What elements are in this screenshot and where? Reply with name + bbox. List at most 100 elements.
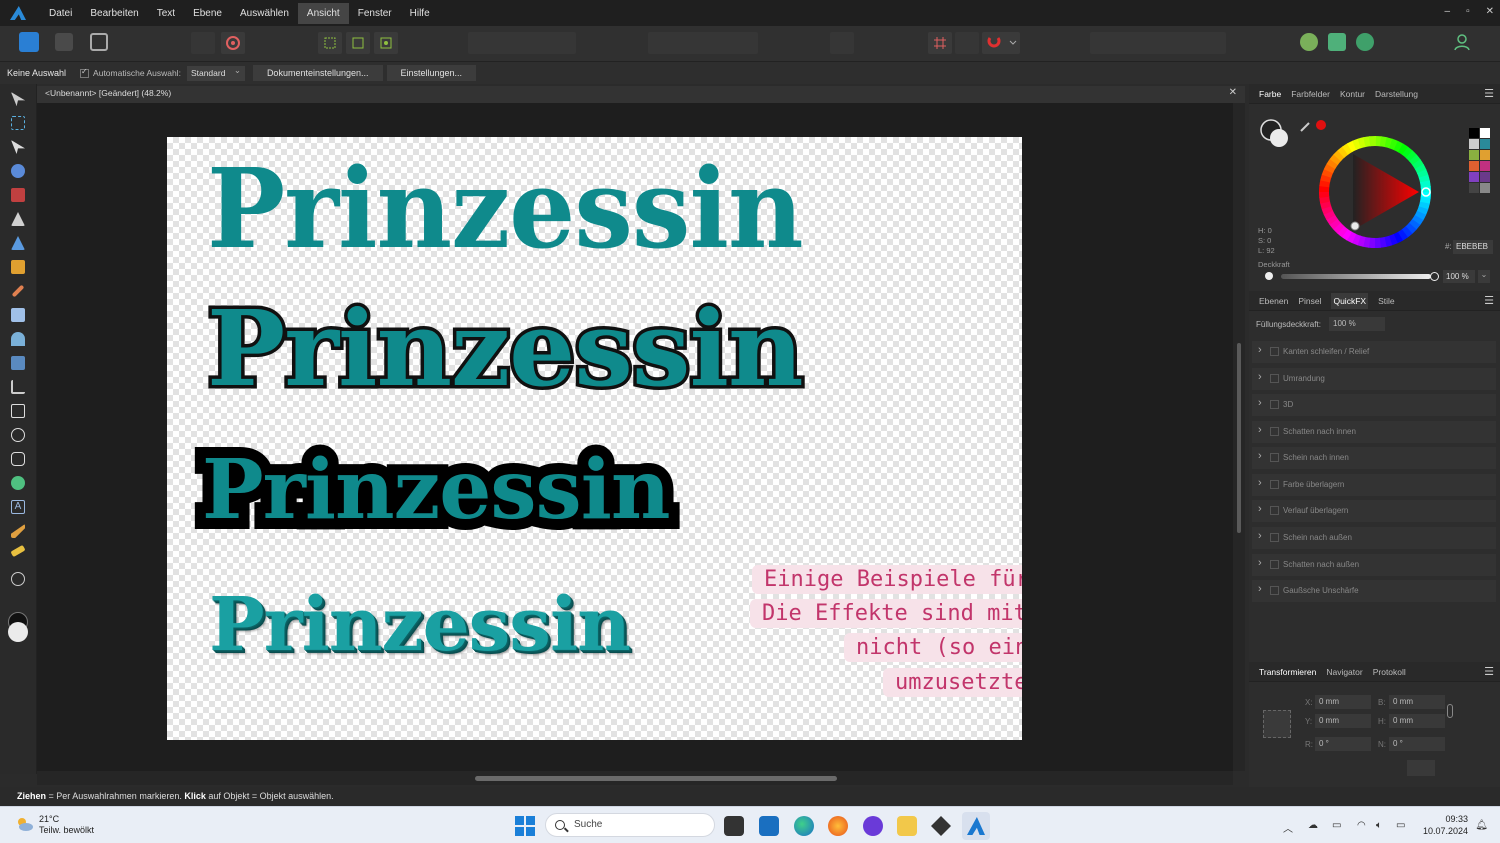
color-picker-tool-icon[interactable]	[11, 524, 25, 538]
tab-darstellung[interactable]: Darstellung	[1375, 89, 1418, 99]
fx-outer-glow[interactable]: Schein nach außen	[1252, 527, 1496, 549]
recent-color-swatch[interactable]	[1469, 150, 1479, 160]
eraser-tool-icon[interactable]	[11, 308, 25, 322]
battery-icon[interactable]: ▭	[1396, 820, 1405, 831]
tab-pinsel[interactable]: Pinsel	[1298, 296, 1321, 306]
auto-select-checkbox[interactable]	[80, 67, 90, 78]
note-line-4[interactable]: umzusetzten	[883, 668, 1022, 697]
transform-options-button[interactable]	[1407, 760, 1435, 776]
vector-brush-tool-icon[interactable]	[11, 260, 25, 274]
panel-menu-icon[interactable]: ☰	[1484, 87, 1494, 100]
pen-tool-icon[interactable]	[11, 212, 25, 226]
transform-button[interactable]	[346, 32, 370, 54]
snap-target-button[interactable]	[374, 32, 398, 54]
recent-color-swatch[interactable]	[1480, 172, 1490, 182]
fill-color-swatch[interactable]	[8, 622, 28, 642]
onedrive-icon[interactable]: ☁	[1308, 820, 1318, 831]
menu-text[interactable]: Text	[148, 3, 184, 24]
file-explorer-icon[interactable]	[897, 816, 917, 836]
measure-tool-icon[interactable]	[10, 544, 26, 558]
network-adapter-icon[interactable]: ▭	[1332, 820, 1341, 831]
color-wheel[interactable]	[1315, 132, 1435, 252]
menu-fenster[interactable]: Fenster	[349, 3, 401, 24]
x-input[interactable]: 0 mm	[1315, 695, 1371, 709]
tab-stile[interactable]: Stile	[1378, 296, 1395, 306]
move-tool-icon[interactable]	[11, 92, 25, 106]
recent-color-swatch[interactable]	[1469, 172, 1479, 182]
note-line-1[interactable]: Einige Beispiele für Grafiktext	[752, 565, 1022, 594]
graphic-text-thick-outline[interactable]: Prinzessin	[191, 431, 681, 549]
pencil-tool-icon[interactable]	[11, 236, 25, 250]
shape-tool-icon[interactable]	[11, 476, 25, 490]
fill-tool-icon[interactable]	[11, 332, 25, 346]
note-line-3[interactable]: nicht (so einfach)	[844, 633, 1022, 662]
tab-ebenen[interactable]: Ebenen	[1259, 296, 1288, 306]
recent-color-swatch[interactable]	[1469, 161, 1479, 171]
auto-select-dropdown[interactable]: Standard	[186, 65, 245, 81]
fx-outer-shadow[interactable]: Schatten nach außen	[1252, 554, 1496, 576]
recent-color-swatch[interactable]	[1469, 183, 1479, 193]
rounded-rectangle-tool-icon[interactable]	[11, 452, 25, 466]
export-persona-icon[interactable]	[90, 33, 108, 51]
recent-color-swatch[interactable]	[1480, 139, 1490, 149]
corner-tool-icon[interactable]	[11, 188, 25, 202]
note-line-2[interactable]: Die Effekte sind mit Rahmentext	[750, 599, 1022, 628]
maximize-button[interactable]: ▫	[1466, 6, 1470, 17]
close-window-button[interactable]: ✕	[1486, 6, 1494, 17]
fx-outline[interactable]: Umrandung	[1252, 368, 1496, 390]
store-icon[interactable]	[759, 816, 779, 836]
fill-opacity-input[interactable]: 100 %	[1329, 317, 1385, 331]
point-transform-tool-icon[interactable]	[11, 164, 25, 178]
tray-expand-icon[interactable]: ︿	[1283, 820, 1293, 835]
horizontal-scrollbar[interactable]	[37, 771, 1233, 785]
menu-ebene[interactable]: Ebene	[184, 3, 231, 24]
fx-color-overlay[interactable]: Farbe überlagern	[1252, 474, 1496, 496]
tab-protokoll[interactable]: Protokoll	[1373, 667, 1406, 677]
fx-inner-shadow[interactable]: Schatten nach innen	[1252, 421, 1496, 443]
wifi-icon[interactable]: ◠	[1357, 820, 1366, 831]
ellipse-tool-icon[interactable]	[11, 428, 25, 442]
node-tool-icon[interactable]	[11, 140, 25, 154]
notification-bell-icon[interactable]: 🔔︎	[1475, 820, 1488, 831]
document-tab[interactable]: <Unbenannt> [Geändert] (48.2%) ✕	[37, 86, 1245, 103]
opacity-slider-handle[interactable]	[1430, 272, 1439, 281]
grid-button[interactable]	[928, 32, 952, 54]
opacity-input[interactable]: 100 %	[1443, 270, 1475, 283]
edge-browser-icon[interactable]	[794, 816, 814, 836]
zoom-tool-icon[interactable]	[11, 572, 25, 586]
settings-gear-button[interactable]	[221, 32, 245, 54]
height-input[interactable]: 0 mm	[1389, 714, 1445, 728]
designer-persona-icon[interactable]	[19, 32, 39, 52]
pixel-persona-icon[interactable]	[55, 33, 73, 51]
crop-tool-icon[interactable]	[11, 380, 25, 394]
vertical-scrollbar[interactable]	[1233, 103, 1245, 771]
minimize-button[interactable]: –	[1445, 6, 1451, 17]
arrange-group[interactable]	[468, 32, 576, 54]
document-settings-button[interactable]: Dokumenteinstellungen...	[252, 65, 383, 81]
system-clock[interactable]: 09:33 10.07.2024	[1423, 813, 1468, 837]
weather-widget[interactable]: 21°C Teilw. bewölkt	[15, 814, 94, 836]
recent-color-swatch[interactable]	[1480, 128, 1490, 138]
magnet-button[interactable]	[982, 32, 1020, 54]
tab-farbfelder[interactable]: Farbfelder	[1291, 89, 1330, 99]
fx-panel-menu-icon[interactable]: ☰	[1484, 294, 1494, 307]
lock-ratio-icon[interactable]	[1447, 704, 1453, 718]
artboard-tool-icon[interactable]	[11, 116, 25, 130]
fill-stroke-swatch-icon[interactable]	[1259, 118, 1291, 150]
anchor-point-selector[interactable]	[1263, 710, 1291, 738]
snapshot-icon[interactable]	[1328, 33, 1346, 51]
tab-navigator[interactable]: Navigator	[1326, 667, 1362, 677]
distribute-button[interactable]	[830, 32, 854, 54]
close-document-icon[interactable]: ✕	[1229, 87, 1237, 98]
fx-gradient-overlay[interactable]: Verlauf überlagern	[1252, 500, 1496, 522]
assistant-icon[interactable]	[1300, 33, 1318, 51]
menu-bearbeiten[interactable]: Bearbeiten	[81, 3, 147, 24]
tab-quickfx[interactable]: QuickFX	[1331, 292, 1369, 309]
recent-colors[interactable]	[1469, 128, 1491, 196]
opacity-slider[interactable]	[1281, 274, 1431, 279]
user-account-icon[interactable]	[1453, 33, 1471, 51]
shear-input[interactable]: 0 °	[1389, 737, 1445, 751]
graphic-text-outlined[interactable]: Prinzessin	[204, 284, 808, 414]
menu-ansicht[interactable]: Ansicht	[297, 2, 349, 24]
affinity-designer-taskbar-button[interactable]	[962, 812, 990, 840]
